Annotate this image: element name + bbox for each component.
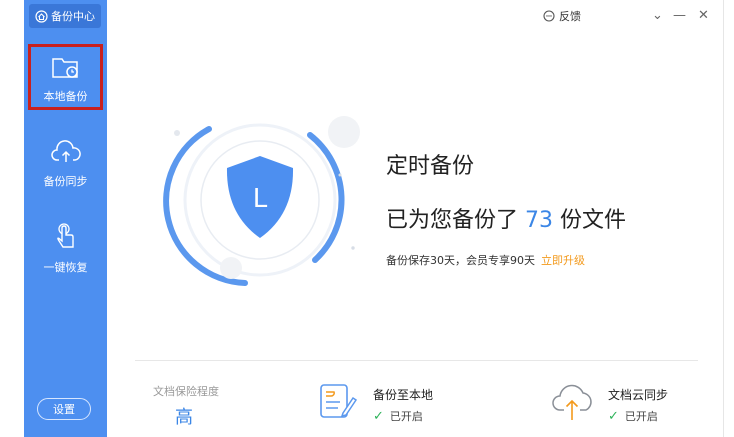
cloud-sync-status-text: 已开启 [624, 410, 658, 423]
app-title-button[interactable]: 备份中心 [29, 4, 101, 28]
check-icon: ✓ [373, 408, 384, 424]
hand-pointer-icon [56, 223, 74, 248]
safety-level-label: 文档保险程度 [153, 385, 219, 398]
cloud-upload-icon [50, 140, 81, 162]
folder-clock-icon [51, 58, 78, 78]
backup-count-prefix: 已为您备份了 [386, 208, 519, 233]
sidebar-item-one-click-restore[interactable]: 一键恢复 [28, 222, 103, 275]
sidebar-item-label: 一键恢复 [43, 261, 88, 274]
close-icon[interactable]: ✕ [698, 8, 709, 23]
upgrade-link[interactable]: 立即升级 [541, 254, 585, 267]
topbar: 反馈 ⌄ — ✕ [107, 0, 723, 34]
sidebar-item-local-backup[interactable]: 本地备份 [28, 44, 103, 110]
chat-icon [543, 10, 555, 22]
backup-count-line: 已为您备份了 73 份文件 [386, 202, 626, 234]
window-left-margin [0, 0, 24, 437]
feedback-label: 反馈 [559, 10, 581, 23]
window-right-border [723, 0, 734, 437]
shield-illustration: L [163, 116, 360, 286]
cloud-arrow-icon [552, 384, 592, 420]
sidebar-item-label: 本地备份 [43, 90, 88, 103]
minimize-icon[interactable]: — [673, 8, 686, 23]
sidebar-item-label: 备份同步 [43, 175, 88, 188]
home-icon [35, 9, 48, 23]
backup-count-suffix: 份文件 [560, 208, 627, 233]
menu-dropdown-icon[interactable]: ⌄ [652, 8, 663, 23]
page-title: 定时备份 [386, 154, 475, 179]
safety-level-value: 高 [175, 407, 193, 428]
shield-letter: L [253, 184, 268, 214]
sidebar-item-backup-sync[interactable]: 备份同步 [28, 140, 103, 189]
local-backup-title: 备份至本地 [373, 388, 434, 402]
check-icon: ✓ [608, 408, 619, 424]
document-edit-icon [320, 384, 358, 418]
retention-note-line: 备份保存30天，会员专享90天 立即升级 [386, 252, 585, 268]
backup-count-value: 73 [525, 208, 554, 233]
divider [135, 360, 698, 361]
local-backup-status-text: 已开启 [389, 410, 423, 423]
cloud-sync-status: ✓ 已开启 [608, 408, 658, 424]
cloud-sync-title: 文档云同步 [608, 388, 669, 402]
settings-button[interactable]: 设置 [37, 398, 91, 420]
sidebar: 备份中心 本地备份 备份同步 一键恢复 设置 [24, 0, 107, 437]
feedback-button[interactable]: 反馈 [543, 8, 581, 24]
app-title: 备份中心 [51, 10, 95, 23]
retention-note: 备份保存30天，会员专享90天 [386, 254, 535, 267]
local-backup-status: ✓ 已开启 [373, 408, 423, 424]
